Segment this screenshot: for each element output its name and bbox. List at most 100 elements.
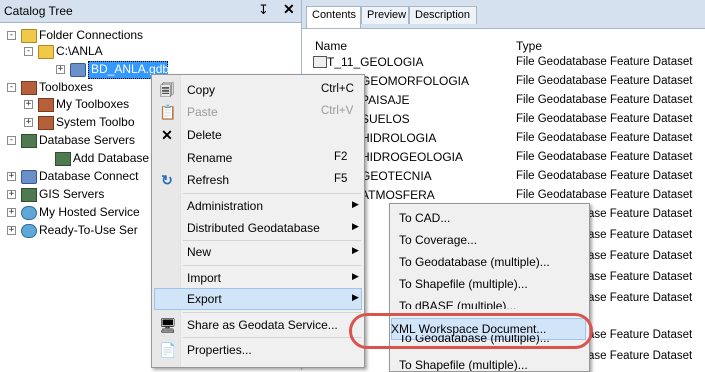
- expand-toggle[interactable]: +: [7, 208, 16, 217]
- menu-item-administration[interactable]: Administration ▶: [154, 195, 362, 217]
- menu-item-share-as-geodata-service[interactable]: 🖥 Share as Geodata Service...: [154, 314, 362, 336]
- expand-toggle[interactable]: +: [7, 172, 16, 181]
- menu-item-shortcut: Ctrl+V: [321, 105, 354, 117]
- catalog-tree-header: Catalog Tree ↧ ✕: [0, 0, 301, 23]
- list-item-type: File Geodatabase Feature Dataset: [516, 189, 693, 201]
- list-item-type: File Geodatabase Feature Dataset: [516, 75, 693, 87]
- add-database-icon: [55, 152, 71, 166]
- toolbox-icon: [38, 98, 54, 112]
- menu-item-import[interactable]: Import ▶: [154, 267, 362, 289]
- menu-item-label: Delete: [187, 128, 222, 142]
- tree-item-system-toolboxes[interactable]: System Toolbo: [56, 115, 135, 129]
- tree-item-my-hosted-services[interactable]: My Hosted Service: [39, 205, 140, 219]
- collapse-toggle[interactable]: -: [7, 83, 16, 92]
- submenu-item-to-shapefile[interactable]: To Shapefile (multiple)...: [392, 273, 587, 295]
- menu-item-label: Paste: [187, 105, 218, 119]
- folder-icon: [38, 45, 54, 59]
- list-item-type: File Geodatabase Feature Dataset: [516, 94, 693, 106]
- submenu-item-to-shapefile-2[interactable]: To Shapefile (multiple)...: [392, 354, 587, 371]
- list-item[interactable]: PAISAJE: [361, 93, 409, 107]
- menu-item-new[interactable]: New ▶: [154, 241, 362, 263]
- submenu-arrow-icon: ▶: [352, 245, 359, 255]
- expand-toggle[interactable]: +: [7, 226, 16, 235]
- hosted-service-icon: [21, 206, 37, 220]
- column-header-name[interactable]: Name: [315, 39, 347, 53]
- tree-item-toolboxes[interactable]: Toolboxes: [39, 80, 93, 94]
- submenu-arrow-icon: ▶: [352, 221, 359, 231]
- submenu-item-to-coverage[interactable]: To Coverage...: [392, 229, 587, 251]
- tree-item-folder-connections[interactable]: Folder Connections: [39, 28, 143, 42]
- submenu-item-to-dbase[interactable]: To dBASE (multiple)...: [392, 295, 587, 309]
- menu-item-label: New: [187, 245, 212, 259]
- list-item[interactable]: T_11_GEOLOGIA: [327, 55, 424, 69]
- menu-item-delete[interactable]: ✕ Delete: [154, 124, 362, 146]
- tree-item-database-connections[interactable]: Database Connect: [39, 169, 138, 183]
- expand-toggle[interactable]: +: [24, 118, 33, 127]
- menu-item-refresh[interactable]: ↻ Refresh F5: [154, 169, 362, 191]
- menu-item-label: Properties...: [187, 343, 252, 357]
- expand-toggle[interactable]: +: [24, 100, 33, 109]
- pin-icon[interactable]: ↧: [258, 2, 269, 18]
- tab-contents[interactable]: Contents: [306, 6, 361, 28]
- submenu-arrow-icon: ▶: [352, 292, 359, 302]
- list-item-type: File Geodatabase Feature Dataset: [516, 113, 693, 125]
- list-item-type: ase Feature Dataset: [588, 208, 693, 220]
- ready-service-icon: [21, 224, 37, 238]
- tree-item-gis-servers[interactable]: GIS Servers: [39, 187, 104, 201]
- submenu-arrow-icon: ▶: [352, 199, 359, 209]
- menu-item-label: Export: [187, 292, 222, 306]
- expand-toggle[interactable]: +: [7, 190, 16, 199]
- list-item[interactable]: HIDROLOGIA: [361, 131, 436, 145]
- list-item[interactable]: ATMOSFERA: [361, 188, 435, 202]
- collapse-toggle[interactable]: -: [7, 136, 16, 145]
- menu-item-distributed-geodatabase[interactable]: Distributed Geodatabase ▶: [154, 217, 362, 239]
- menu-item-properties[interactable]: 📄 Properties...: [154, 339, 362, 361]
- properties-icon: 📄: [159, 342, 177, 358]
- menu-item-shortcut: F2: [334, 151, 348, 163]
- list-item-type: ase Feature Dataset: [588, 350, 693, 362]
- folder-connection-icon: [21, 29, 37, 43]
- menu-item-copy[interactable]: 🗐 Copy Ctrl+C: [154, 79, 362, 101]
- submenu-arrow-icon: ▶: [352, 271, 359, 281]
- tree-item-c-anla[interactable]: C:\ANLA: [56, 44, 103, 58]
- context-menu: 🗐 Copy Ctrl+C 📋 Paste Ctrl+V ✕ Delete Re…: [151, 74, 365, 368]
- tree-item-database-servers[interactable]: Database Servers: [39, 133, 135, 147]
- list-item[interactable]: HIDROGEOLOGIA: [361, 150, 463, 164]
- collapse-toggle[interactable]: -: [24, 47, 33, 56]
- tree-item-ready-to-use-services[interactable]: Ready-To-Use Ser: [39, 223, 138, 237]
- menu-item-export[interactable]: Export ▶: [154, 288, 362, 310]
- delete-icon: ✕: [161, 127, 173, 143]
- menu-item-shortcut: Ctrl+C: [321, 83, 354, 95]
- list-item-type: ase Feature Dataset: [588, 271, 693, 283]
- submenu-item-to-geodatabase[interactable]: To Geodatabase (multiple)...: [392, 251, 587, 273]
- tab-description[interactable]: Description: [409, 6, 477, 24]
- submenu-item-label: To CAD...: [399, 211, 451, 225]
- tree-item-add-database[interactable]: Add Database: [73, 151, 149, 165]
- submenu-item-to-cad[interactable]: To CAD...: [392, 207, 587, 229]
- expand-toggle[interactable]: +: [56, 65, 65, 74]
- menu-item-paste[interactable]: 📋 Paste Ctrl+V: [154, 101, 362, 123]
- list-item-type: File Geodatabase Feature Dataset: [516, 151, 693, 163]
- paste-icon: 📋: [159, 104, 177, 120]
- menu-item-rename[interactable]: Rename F2: [154, 147, 362, 169]
- menu-item-label: Rename: [187, 151, 233, 165]
- toolbox-icon: [21, 81, 37, 95]
- tree-item-my-toolboxes[interactable]: My Toolboxes: [56, 97, 129, 111]
- gis-server-icon: [21, 188, 37, 202]
- list-item[interactable]: SUELOS: [361, 112, 410, 126]
- tab-preview[interactable]: Preview: [361, 6, 409, 24]
- list-item-type: ase Feature Dataset: [588, 229, 693, 241]
- menu-separator: [183, 337, 361, 338]
- list-item[interactable]: GEOMORFOLOGIA: [361, 74, 469, 88]
- menu-separator: [183, 312, 361, 313]
- list-item-type: ase Feature Dataset: [588, 329, 693, 341]
- close-icon[interactable]: ✕: [283, 1, 295, 18]
- column-header-type[interactable]: Type: [516, 39, 542, 53]
- menu-item-shortcut: F5: [334, 173, 348, 185]
- collapse-toggle[interactable]: -: [7, 31, 16, 40]
- submenu-item-label: To dBASE (multiple)...: [399, 299, 517, 309]
- feature-dataset-icon: [313, 56, 327, 68]
- list-item[interactable]: GEOTECNIA: [361, 169, 432, 183]
- menu-separator: [183, 193, 361, 194]
- menu-item-label: Distributed Geodatabase: [187, 221, 320, 235]
